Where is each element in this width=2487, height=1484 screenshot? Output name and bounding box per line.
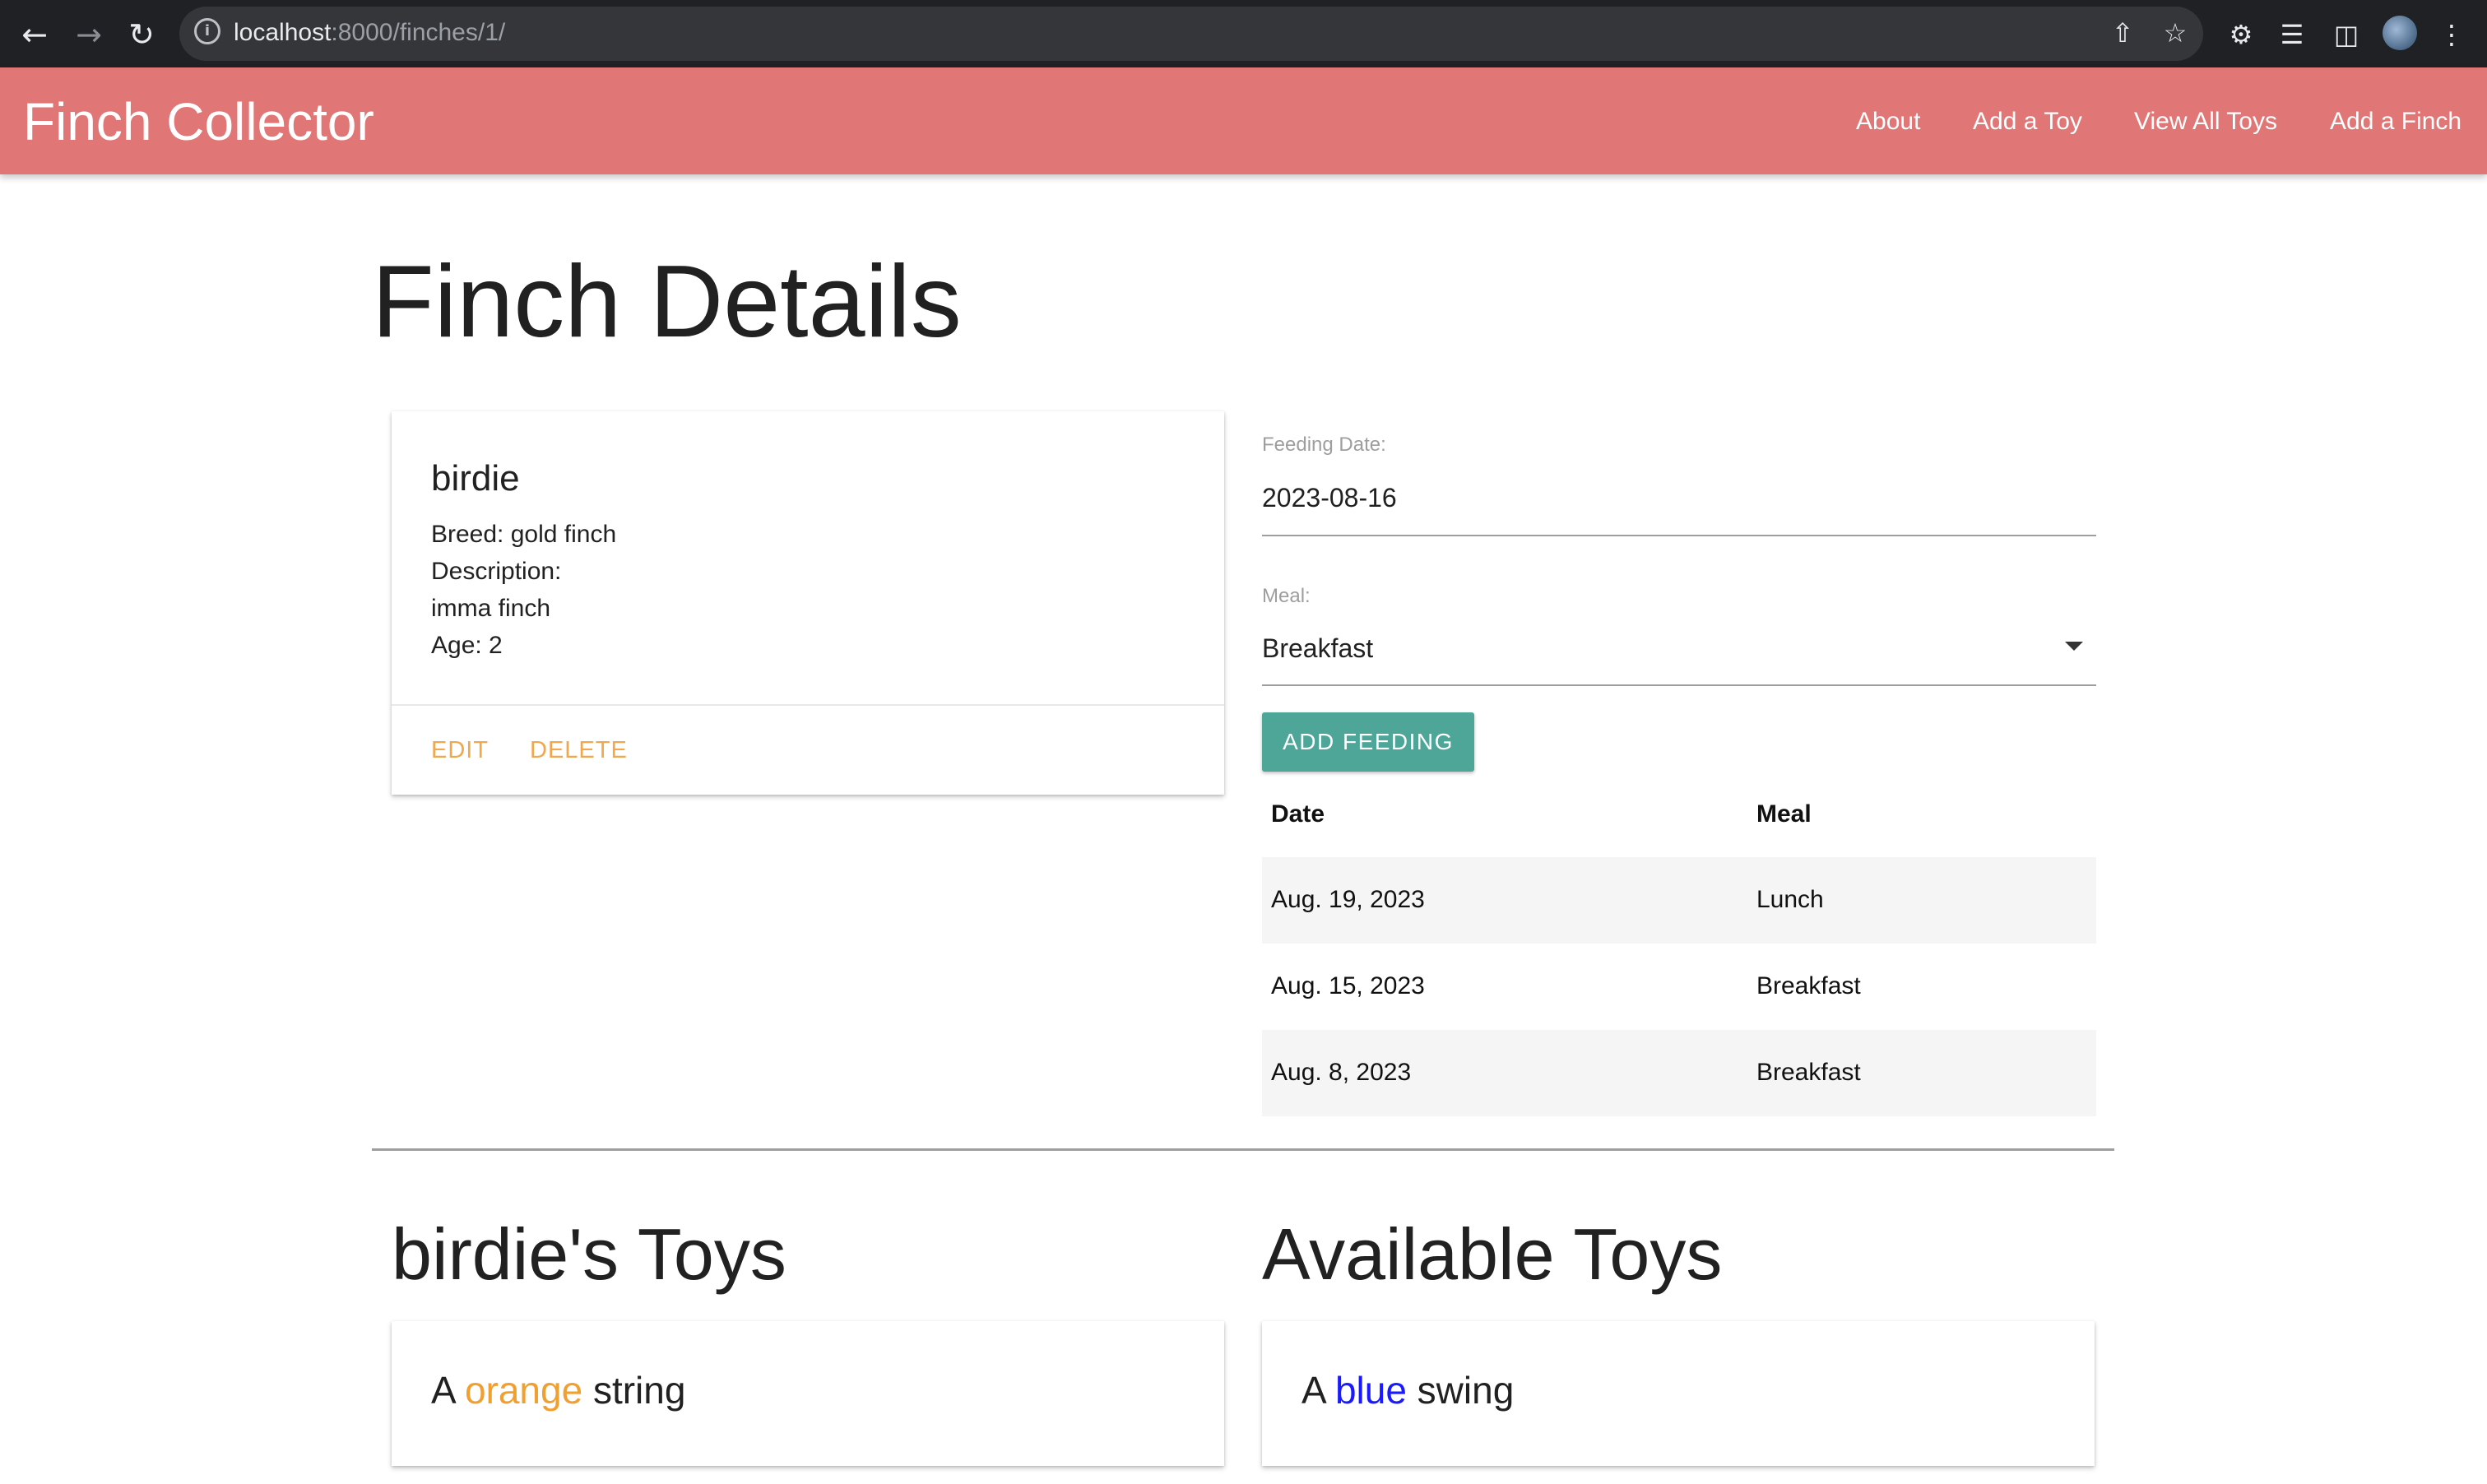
url-text[interactable]: localhost:8000/finches/1/ <box>234 16 505 49</box>
table-header-meal: Meal <box>1756 800 1812 828</box>
finch-name: birdie <box>431 458 520 499</box>
dropdown-caret-icon[interactable] <box>2065 642 2083 651</box>
meal-select[interactable]: Breakfast <box>1262 631 1373 665</box>
app-navbar: Finch Collector About Add a Toy View All… <box>0 67 2487 174</box>
nav-link-about[interactable]: About <box>1856 105 1920 138</box>
card-action-divider <box>392 704 1224 706</box>
table-header-date: Date <box>1271 800 1325 828</box>
toy-name: swing <box>1406 1369 1515 1412</box>
side-panel-icon[interactable]: ◫ <box>2328 16 2364 53</box>
table-cell-meal: Lunch <box>1756 886 1824 913</box>
table-cell-date: Aug. 8, 2023 <box>1271 1059 1412 1086</box>
available-toy-card[interactable]: A blue swing <box>1262 1321 2095 1466</box>
toy-name: string <box>582 1369 686 1412</box>
back-arrow-icon[interactable]: ← <box>16 16 53 53</box>
feeding-date-input[interactable]: 2023-08-16 <box>1262 480 1397 515</box>
nav-link-add-toy[interactable]: Add a Toy <box>1973 105 2082 138</box>
feeding-date-label: Feeding Date: <box>1262 434 1386 456</box>
table-cell-date: Aug. 19, 2023 <box>1271 886 1425 913</box>
reload-icon[interactable]: ↻ <box>123 16 160 53</box>
toy-prefix: A <box>1301 1369 1335 1412</box>
available-toy-text: A blue swing <box>1301 1364 1514 1417</box>
table-row: Aug. 8, 2023 Breakfast <box>1262 1030 2096 1116</box>
table-row: Aug. 15, 2023 Breakfast <box>1262 944 2096 1030</box>
finch-toy-card[interactable]: A orange string <box>392 1321 1224 1466</box>
finch-toy-text: A orange string <box>431 1364 685 1417</box>
finch-detail-card: birdie Breed: gold finch Description: im… <box>392 411 1224 795</box>
delete-link[interactable]: DELETE <box>530 734 628 767</box>
table-row: Aug. 19, 2023 Lunch <box>1262 857 2096 944</box>
media-queue-icon[interactable]: ☰ <box>2274 16 2310 53</box>
share-icon[interactable]: ⇧ <box>2106 16 2139 49</box>
available-toys-title: Available Toys <box>1262 1213 1723 1295</box>
meal-label: Meal: <box>1262 585 1311 607</box>
finch-toys-title: birdie's Toys <box>392 1213 786 1295</box>
add-feeding-button[interactable]: ADD FEEDING <box>1262 712 1474 772</box>
extensions-puzzle-icon[interactable]: ⚙ <box>2223 16 2259 53</box>
profile-avatar[interactable] <box>2383 16 2417 50</box>
nav-link-add-finch[interactable]: Add a Finch <box>2330 105 2461 138</box>
section-divider <box>372 1148 2114 1151</box>
finch-breed: Breed: gold finch <box>431 521 617 548</box>
more-menu-icon[interactable]: ⋮ <box>2434 16 2470 53</box>
table-cell-meal: Breakfast <box>1756 972 1861 999</box>
page-title: Finch Details <box>372 245 962 359</box>
finch-description: imma finch <box>431 595 551 622</box>
site-info-icon[interactable]: i <box>194 18 220 44</box>
table-cell-date: Aug. 15, 2023 <box>1271 972 1425 999</box>
toy-color: orange <box>464 1369 583 1412</box>
feeding-date-underline <box>1262 535 2096 536</box>
forward-arrow-icon[interactable]: → <box>71 16 107 53</box>
bookmark-star-icon[interactable]: ☆ <box>2159 16 2192 49</box>
finch-description-label: Description: <box>431 558 562 585</box>
edit-link[interactable]: EDIT <box>431 734 489 767</box>
toy-prefix: A <box>431 1369 465 1412</box>
brand-logo[interactable]: Finch Collector <box>23 92 374 151</box>
table-cell-meal: Breakfast <box>1756 1059 1861 1086</box>
toy-color: blue <box>1334 1369 1407 1412</box>
meal-underline <box>1262 684 2096 686</box>
finch-age: Age: 2 <box>431 632 503 659</box>
nav-link-view-all-toys[interactable]: View All Toys <box>2134 105 2277 138</box>
browser-toolbar: ← → ↻ i localhost:8000/finches/1/ ⇧ ☆ ⚙ … <box>0 0 2487 67</box>
